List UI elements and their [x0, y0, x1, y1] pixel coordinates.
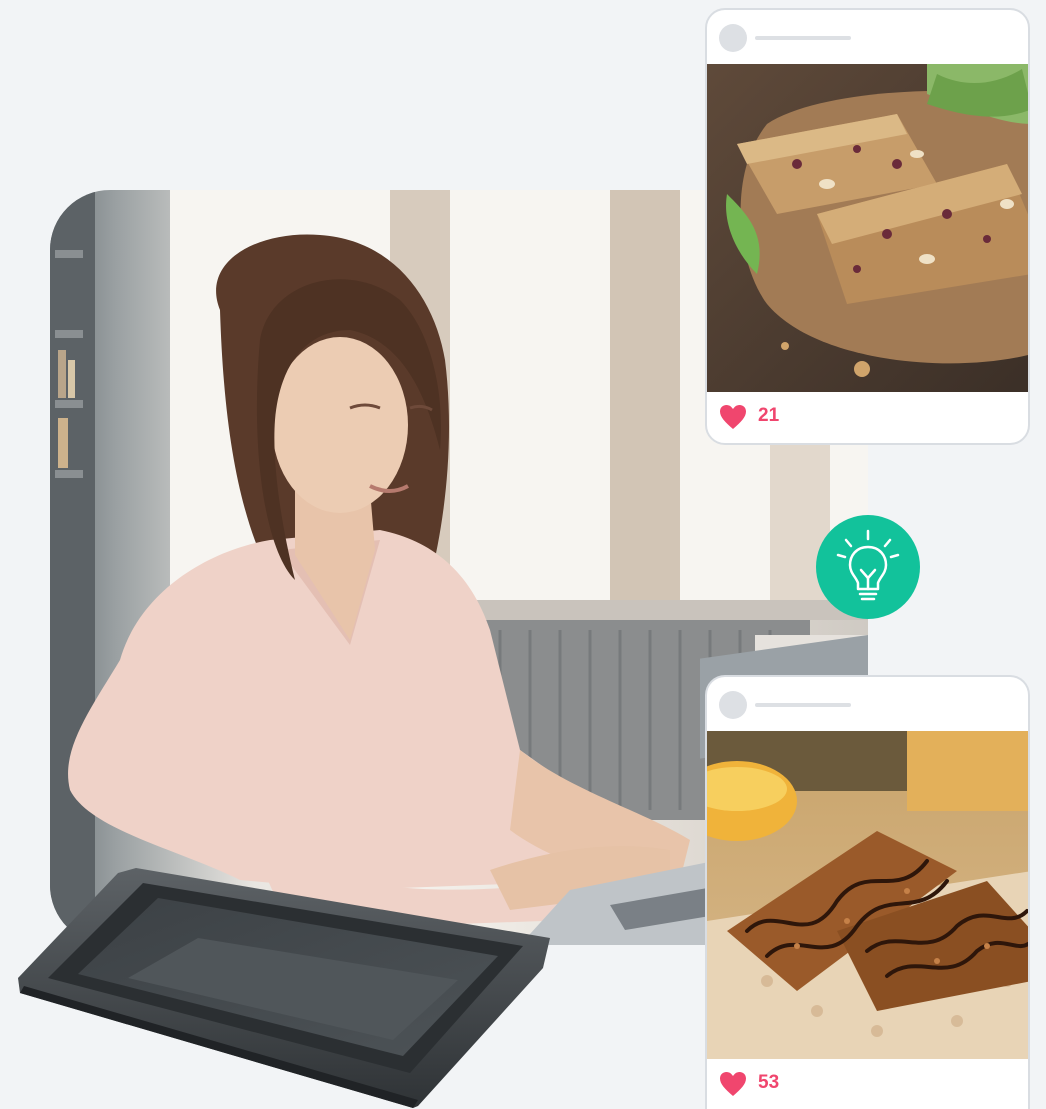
avatar[interactable] [719, 691, 747, 719]
post-footer: 21 [707, 392, 1028, 442]
chocolate-granola-bars-photo [707, 731, 1028, 1059]
avatar[interactable] [719, 24, 747, 52]
baking-tray-image [18, 868, 550, 1108]
post-header [707, 10, 1028, 64]
heart-icon[interactable] [719, 404, 747, 430]
post-photo[interactable] [707, 731, 1028, 1059]
username-placeholder [755, 36, 851, 40]
like-count: 21 [758, 405, 780, 426]
lightbulb-icon [836, 529, 900, 601]
post-card[interactable]: 21 [705, 8, 1030, 445]
heart-icon[interactable] [719, 1071, 747, 1097]
granola-bars-photo [707, 64, 1028, 392]
post-footer: 53 [707, 1059, 1028, 1109]
idea-badge [816, 515, 920, 619]
post-photo[interactable] [707, 64, 1028, 392]
like-count: 53 [758, 1072, 780, 1093]
post-header [707, 677, 1028, 731]
post-card[interactable]: 53 [705, 675, 1030, 1109]
username-placeholder [755, 703, 851, 707]
